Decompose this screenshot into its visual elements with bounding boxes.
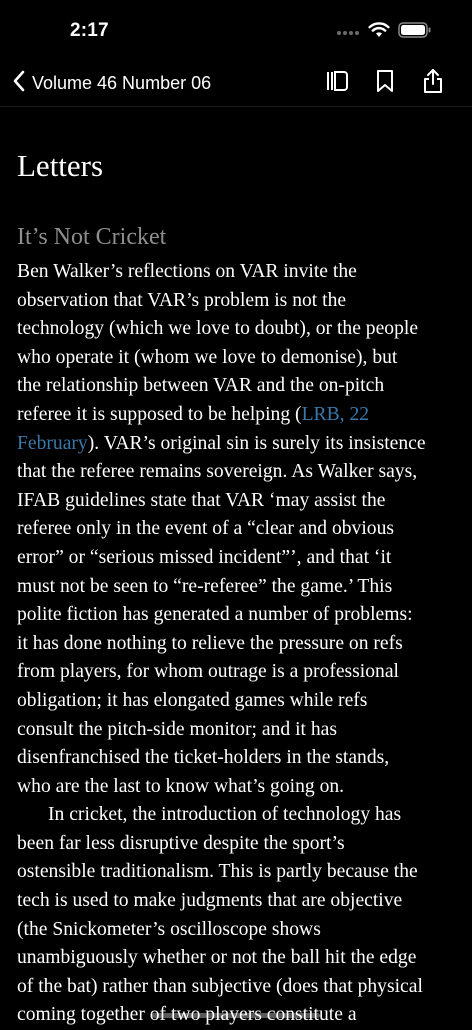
paragraph-line: it has done nothing to relieve the press… [17,632,403,654]
section-title: Letters [17,148,104,183]
status-icons [336,22,432,43]
paragraph-line: ostensible traditionalism. This is partl… [17,861,418,883]
paragraph-line: technology (which we love to doubt), or … [17,318,419,340]
paragraph-line: In cricket, the introduction of technolo… [48,804,402,826]
lrb-citation-link-part2[interactable]: February [17,433,88,454]
paragraph-line: from players, for whom outrage is a prof… [17,661,399,683]
paragraph-line: observation that VAR’s problem is not th… [17,289,347,311]
status-time: 2:17 [70,20,109,41]
line-text: ). VAR’s original sin is surely its insi… [87,432,426,454]
paragraph-line: referee only in the event of a “clear an… [17,518,395,540]
wifi-icon [368,22,390,43]
navigation-bar: Volume 46 Number 06 [0,60,472,107]
line-text: referee it is supposed to be helping ( [17,403,302,425]
paragraph-line: obligation; it has elongated games while… [17,689,368,711]
paragraph-line: tech is used to make judgments that are … [17,890,403,912]
paragraph-line: must not be seen to “re-referee” the gam… [17,575,393,597]
paragraph-line: February). VAR’s original sin is surely … [17,430,457,459]
nav-actions [324,68,446,99]
paragraph-line: the relationship between VAR and the on-… [17,375,385,397]
paragraph-line: been far less disruptive despite the spo… [17,832,345,854]
paragraph-line: error” or “serious missed incident”’, an… [17,546,392,568]
contents-button[interactable] [324,70,350,96]
home-indicator[interactable] [152,1013,320,1018]
share-button[interactable] [420,68,446,99]
paragraph-line: who are the last to know what’s going on… [17,775,345,797]
lrb-citation-link-part1[interactable]: LRB, 22 [302,404,370,425]
paragraph-line: disenfranchised the ticket-holders in th… [17,747,390,769]
paragraph-line: of the bat) rather than subjective (does… [17,975,423,997]
bookmark-button[interactable] [372,69,398,98]
paragraph-line: unambiguously whether or not the ball hi… [17,947,417,969]
chevron-left-icon [12,69,26,98]
article-body: Ben Walker’s reflections on VAR invite t… [17,258,457,1030]
paragraph-line: that the referee remains sovereign. As W… [17,461,418,483]
status-bar: 2:17 [0,0,472,60]
paragraph-line: IFAB guidelines state that VAR ‘may assi… [17,489,386,511]
paragraph-line: referee it is supposed to be helping (LR… [17,401,457,430]
back-button[interactable]: Volume 46 Number 06 [12,69,211,97]
paragraph-line: consult the pitch-side monitor; and it h… [17,718,337,740]
share-icon [422,68,444,99]
paragraph-line: (the Snickometer’s oscilloscope shows [17,918,321,940]
cellular-dots-icon [336,24,360,42]
article-title: It’s Not Cricket [17,224,167,250]
bookmark-icon [375,69,395,98]
paragraph-line: polite fiction has generated a number of… [17,604,413,626]
battery-icon [398,22,432,43]
paragraph-line: who operate it (whom we love to demonise… [17,346,398,368]
paragraph-line: Ben Walker’s reflections on VAR invite t… [17,261,357,282]
back-label: Volume 46 Number 06 [32,72,212,93]
article-content: Letters It’s Not Cricket Ben Walker’s re… [17,106,457,1030]
contents-icon [325,69,349,98]
